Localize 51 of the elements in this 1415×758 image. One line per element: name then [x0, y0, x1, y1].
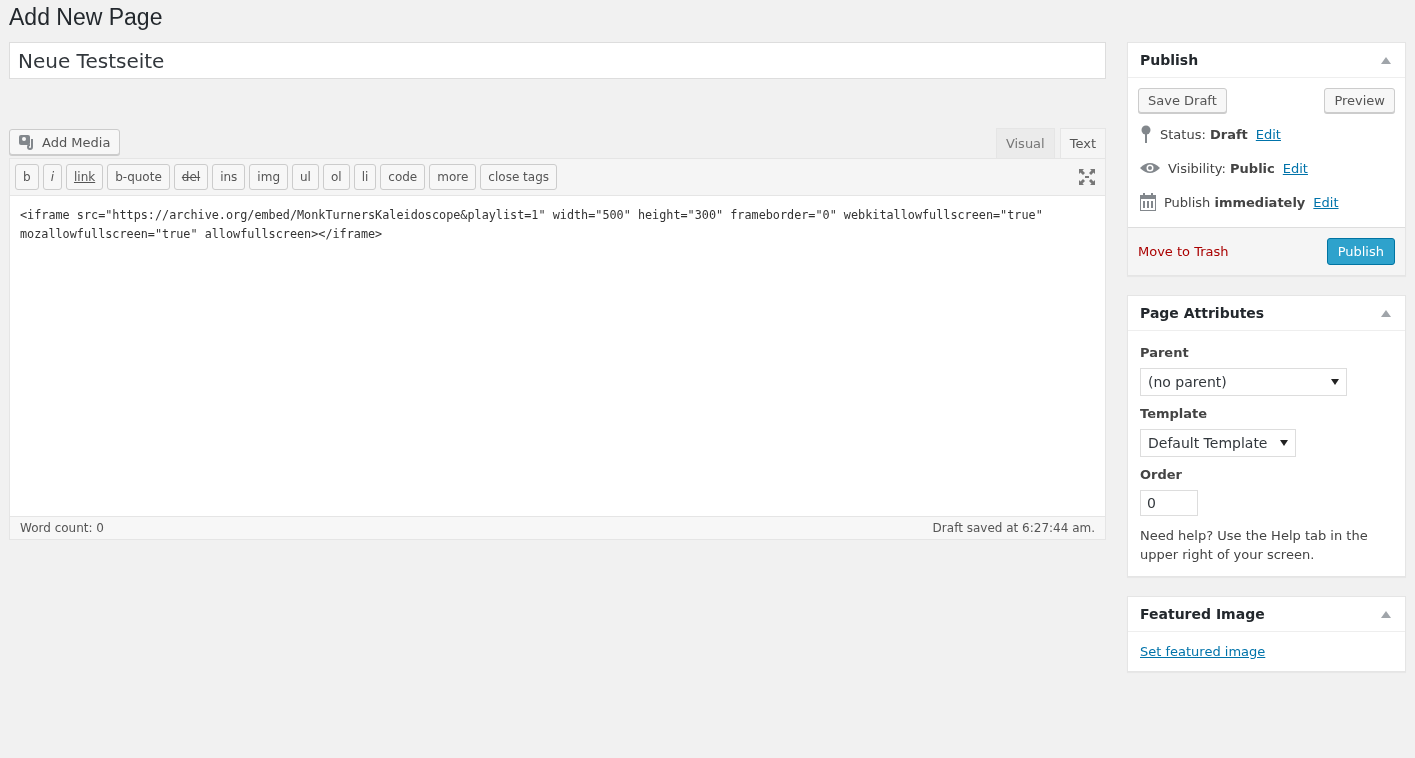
publish-setting: Visibility: Public — [1168, 160, 1275, 176]
calendar-icon — [1140, 193, 1156, 211]
format-button[interactable]: img — [249, 164, 288, 190]
pin-icon — [1140, 125, 1152, 143]
featured-image-link[interactable]: Set featured image — [1140, 644, 1266, 659]
save-draft-button[interactable]: Save Draft — [1138, 88, 1227, 113]
format-button[interactable]: ul — [292, 164, 319, 190]
draft-status: Draft saved at 6:27:44 am. — [932, 521, 1095, 535]
format-button[interactable]: more — [429, 164, 477, 190]
format-button[interactable]: i — [42, 164, 62, 190]
add-media-button[interactable]: Add Media — [9, 129, 121, 155]
field-label: Template — [1140, 406, 1209, 421]
collapse-icon[interactable] — [1381, 309, 1391, 317]
publish-setting: Publish immediately — [1164, 194, 1306, 210]
eye-icon — [1140, 162, 1160, 174]
panel-title: Featured Image — [1140, 606, 1265, 622]
field-label: Order — [1140, 467, 1183, 482]
editor-tab[interactable]: Visual — [995, 128, 1055, 158]
format-button[interactable]: code — [380, 164, 426, 190]
collapse-icon[interactable] — [1381, 610, 1391, 618]
trash-link[interactable]: Move to Trash — [1138, 244, 1229, 259]
preview-button[interactable]: Preview — [1324, 88, 1395, 113]
collapse-icon[interactable] — [1381, 56, 1391, 64]
format-button[interactable]: b — [15, 164, 39, 190]
template-dropdown[interactable]: Default Template — [1140, 429, 1296, 457]
format-button[interactable]: link — [65, 164, 104, 190]
panel-title: Page Attributes — [1140, 305, 1265, 321]
help-text: Need help? Use the Help tab in the upper right of your screen. — [1140, 527, 1369, 564]
field-label: Parent — [1140, 345, 1190, 360]
edit-link[interactable]: Edit — [1282, 160, 1308, 176]
dropdown-caret-icon — [1330, 379, 1339, 385]
edit-link[interactable]: Edit — [1255, 126, 1281, 142]
format-button[interactable]: b-quote — [107, 164, 170, 190]
format-button[interactable]: ol — [322, 164, 350, 190]
code-editor[interactable]: <iframe src="https://archive.org/embed/MonkTurnersKaleidoscope&playlist=1" width="500" height="300" frameborder="0" webkitallowfullscreen="true" mozallowfullscreen="true" allowfullscreen></iframe> — [10, 196, 1105, 516]
edit-link[interactable]: Edit — [1313, 194, 1339, 210]
order-field[interactable]: 0 — [1140, 490, 1198, 516]
parent-dropdown[interactable]: (no parent) — [1140, 368, 1347, 396]
publish-setting: Status: Draft — [1160, 126, 1248, 142]
fullscreen-icon[interactable] — [1079, 169, 1095, 185]
word-count: Word count: 0 — [20, 521, 104, 535]
editor-tab[interactable]: Text — [1059, 128, 1106, 158]
format-button[interactable]: close tags — [480, 164, 557, 190]
format-button[interactable]: ins — [212, 164, 246, 190]
page-heading: Add New Page — [9, 3, 164, 32]
panel-title: Publish — [1140, 52, 1199, 68]
title-field[interactable]: Neue Testseite — [9, 42, 1106, 79]
media-icon — [19, 134, 36, 150]
format-button[interactable]: del — [173, 164, 209, 190]
dropdown-caret-icon — [1279, 440, 1288, 446]
format-button[interactable]: li — [353, 164, 377, 190]
